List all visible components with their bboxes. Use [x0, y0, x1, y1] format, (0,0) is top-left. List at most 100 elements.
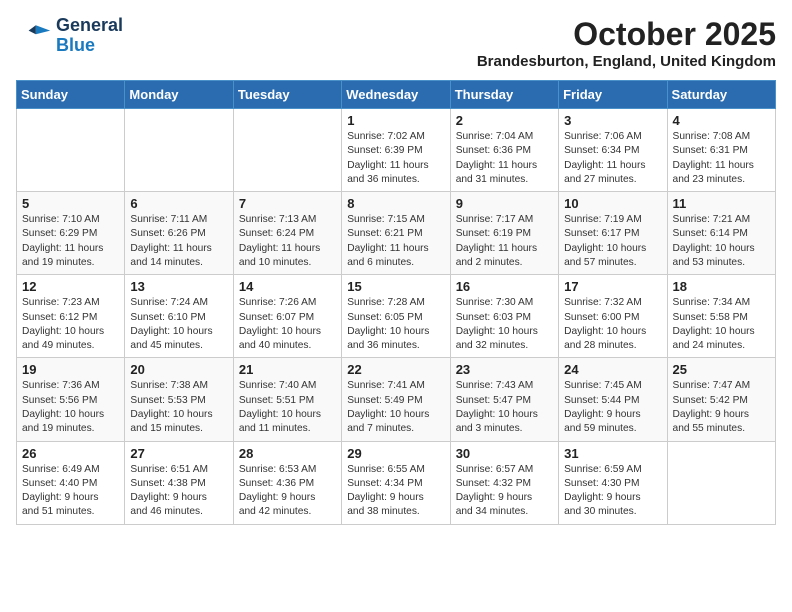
- calendar-cell: 24Sunrise: 7:45 AM Sunset: 5:44 PM Dayli…: [559, 358, 667, 441]
- calendar-cell: 14 Sunrise: 7:26 AM Sunset: 6:07 PM Dayli…: [233, 275, 341, 358]
- day-info: Sunrise: 6:53 AM Sunset: 4:36 PM Dayligh…: [239, 463, 336, 520]
- day-number: 1: [347, 113, 444, 128]
- calendar-week-0: 1 Sunrise: 7:02 AM Sunset: 6:39 PM Daylig…: [17, 109, 776, 192]
- day-number: 29: [347, 446, 444, 461]
- column-header-friday: Friday: [559, 81, 667, 109]
- day-info: Sunrise: 7:15 AM Sunset: 6:21 PM Dayligh…: [347, 213, 444, 270]
- calendar-cell: 15Sunrise: 7:28 AM Sunset: 6:05 PM Dayli…: [342, 275, 450, 358]
- day-number: 2: [456, 113, 553, 128]
- day-number: 17: [564, 279, 661, 294]
- day-number: 7: [239, 196, 336, 211]
- day-info: Sunrise: 7:23 AM Sunset: 6:12 PM Dayligh…: [22, 296, 119, 353]
- day-info: Sunrise: 6:59 AM Sunset: 4:30 PM Dayligh…: [564, 463, 661, 520]
- day-info: Sunrise: 6:49 AM Sunset: 4:40 PM Dayligh…: [22, 463, 119, 520]
- calendar-cell: 13 Sunrise: 7:24 AM Sunset: 6:10 PM Dayli…: [125, 275, 233, 358]
- day-info: Sunrise: 7:30 AM Sunset: 6:03 PM Dayligh…: [456, 296, 553, 353]
- logo-icon: [16, 18, 52, 54]
- day-number: 27: [130, 446, 227, 461]
- calendar-cell: [17, 109, 125, 192]
- day-info: Sunrise: 7:10 AM Sunset: 6:29 PM Dayligh…: [22, 213, 119, 270]
- day-number: 5: [22, 196, 119, 211]
- calendar-table: SundayMondayTuesdayWednesdayThursdayFrid…: [16, 80, 776, 525]
- day-info: Sunrise: 7:11 AM Sunset: 6:26 PM Dayligh…: [130, 213, 227, 270]
- day-number: 16: [456, 279, 553, 294]
- calendar-cell: 19 Sunrise: 7:36 AM Sunset: 5:56 PM Dayli…: [17, 358, 125, 441]
- day-info: Sunrise: 7:43 AM Sunset: 5:47 PM Dayligh…: [456, 379, 553, 436]
- day-number: 4: [673, 113, 770, 128]
- calendar-cell: 1 Sunrise: 7:02 AM Sunset: 6:39 PM Daylig…: [342, 109, 450, 192]
- day-number: 20: [130, 362, 227, 377]
- calendar-cell: 22 Sunrise: 7:41 AM Sunset: 5:49 PM Dayli…: [342, 358, 450, 441]
- column-header-thursday: Thursday: [450, 81, 558, 109]
- day-number: 31: [564, 446, 661, 461]
- month-title: October 2025: [477, 16, 776, 53]
- day-info: Sunrise: 7:02 AM Sunset: 6:39 PM Dayligh…: [347, 130, 444, 187]
- day-number: 22: [347, 362, 444, 377]
- column-header-saturday: Saturday: [667, 81, 775, 109]
- calendar-week-2: 12 Sunrise: 7:23 AM Sunset: 6:12 PM Dayli…: [17, 275, 776, 358]
- day-number: 11: [673, 196, 770, 211]
- day-info: Sunrise: 7:24 AM Sunset: 6:10 PM Dayligh…: [130, 296, 227, 353]
- day-number: 23: [456, 362, 553, 377]
- day-info: Sunrise: 7:04 AM Sunset: 6:36 PM Dayligh…: [456, 130, 553, 187]
- calendar-cell: 20Sunrise: 7:38 AM Sunset: 5:53 PM Dayli…: [125, 358, 233, 441]
- calendar-cell: [233, 109, 341, 192]
- day-number: 24: [564, 362, 661, 377]
- day-info: Sunrise: 7:13 AM Sunset: 6:24 PM Dayligh…: [239, 213, 336, 270]
- day-number: 8: [347, 196, 444, 211]
- day-info: Sunrise: 7:40 AM Sunset: 5:51 PM Dayligh…: [239, 379, 336, 436]
- day-info: Sunrise: 7:26 AM Sunset: 6:07 PM Dayligh…: [239, 296, 336, 353]
- calendar-cell: 5 Sunrise: 7:10 AM Sunset: 6:29 PM Daylig…: [17, 192, 125, 275]
- calendar-cell: [667, 441, 775, 524]
- calendar-cell: 7 Sunrise: 7:13 AM Sunset: 6:24 PM Daylig…: [233, 192, 341, 275]
- calendar-week-4: 26 Sunrise: 6:49 AM Sunset: 4:40 PM Dayli…: [17, 441, 776, 524]
- day-number: 10: [564, 196, 661, 211]
- day-number: 28: [239, 446, 336, 461]
- header: General Blue October 2025 Brandesburton,…: [16, 16, 776, 70]
- day-number: 14: [239, 279, 336, 294]
- calendar-cell: 9 Sunrise: 7:17 AM Sunset: 6:19 PM Daylig…: [450, 192, 558, 275]
- day-info: Sunrise: 6:51 AM Sunset: 4:38 PM Dayligh…: [130, 463, 227, 520]
- logo-line2: Blue: [56, 36, 123, 56]
- calendar-cell: 12 Sunrise: 7:23 AM Sunset: 6:12 PM Dayli…: [17, 275, 125, 358]
- day-number: 9: [456, 196, 553, 211]
- day-number: 26: [22, 446, 119, 461]
- calendar-cell: 18 Sunrise: 7:34 AM Sunset: 5:58 PM Dayli…: [667, 275, 775, 358]
- day-info: Sunrise: 7:21 AM Sunset: 6:14 PM Dayligh…: [673, 213, 770, 270]
- day-info: Sunrise: 7:41 AM Sunset: 5:49 PM Dayligh…: [347, 379, 444, 436]
- calendar-cell: 8 Sunrise: 7:15 AM Sunset: 6:21 PM Daylig…: [342, 192, 450, 275]
- calendar-cell: 2 Sunrise: 7:04 AM Sunset: 6:36 PM Daylig…: [450, 109, 558, 192]
- day-info: Sunrise: 7:32 AM Sunset: 6:00 PM Dayligh…: [564, 296, 661, 353]
- day-info: Sunrise: 6:55 AM Sunset: 4:34 PM Dayligh…: [347, 463, 444, 520]
- column-header-wednesday: Wednesday: [342, 81, 450, 109]
- calendar-cell: 10 Sunrise: 7:19 AM Sunset: 6:17 PM Dayli…: [559, 192, 667, 275]
- day-info: Sunrise: 7:17 AM Sunset: 6:19 PM Dayligh…: [456, 213, 553, 270]
- day-info: Sunrise: 7:36 AM Sunset: 5:56 PM Dayligh…: [22, 379, 119, 436]
- column-header-tuesday: Tuesday: [233, 81, 341, 109]
- day-number: 25: [673, 362, 770, 377]
- day-info: Sunrise: 7:28 AM Sunset: 6:05 PM Dayligh…: [347, 296, 444, 353]
- day-number: 21: [239, 362, 336, 377]
- calendar-cell: 27 Sunrise: 6:51 AM Sunset: 4:38 PM Dayli…: [125, 441, 233, 524]
- day-number: 13: [130, 279, 227, 294]
- column-header-sunday: Sunday: [17, 81, 125, 109]
- day-number: 3: [564, 113, 661, 128]
- day-info: Sunrise: 7:06 AM Sunset: 6:34 PM Dayligh…: [564, 130, 661, 187]
- logo-line1: General: [56, 16, 123, 36]
- day-info: Sunrise: 7:19 AM Sunset: 6:17 PM Dayligh…: [564, 213, 661, 270]
- day-number: 19: [22, 362, 119, 377]
- column-header-monday: Monday: [125, 81, 233, 109]
- calendar-cell: 11 Sunrise: 7:21 AM Sunset: 6:14 PM Dayli…: [667, 192, 775, 275]
- calendar-cell: 31 Sunrise: 6:59 AM Sunset: 4:30 PM Dayli…: [559, 441, 667, 524]
- calendar-cell: 16 Sunrise: 7:30 AM Sunset: 6:03 PM Dayli…: [450, 275, 558, 358]
- day-number: 18: [673, 279, 770, 294]
- calendar-cell: 25Sunrise: 7:47 AM Sunset: 5:42 PM Dayli…: [667, 358, 775, 441]
- calendar-cell: 28 Sunrise: 6:53 AM Sunset: 4:36 PM Dayli…: [233, 441, 341, 524]
- location: Brandesburton, England, United Kingdom: [477, 53, 776, 70]
- day-number: 12: [22, 279, 119, 294]
- day-info: Sunrise: 7:08 AM Sunset: 6:31 PM Dayligh…: [673, 130, 770, 187]
- day-info: Sunrise: 7:34 AM Sunset: 5:58 PM Dayligh…: [673, 296, 770, 353]
- calendar-cell: 26 Sunrise: 6:49 AM Sunset: 4:40 PM Dayli…: [17, 441, 125, 524]
- calendar-cell: 21 Sunrise: 7:40 AM Sunset: 5:51 PM Dayli…: [233, 358, 341, 441]
- calendar-week-1: 5 Sunrise: 7:10 AM Sunset: 6:29 PM Daylig…: [17, 192, 776, 275]
